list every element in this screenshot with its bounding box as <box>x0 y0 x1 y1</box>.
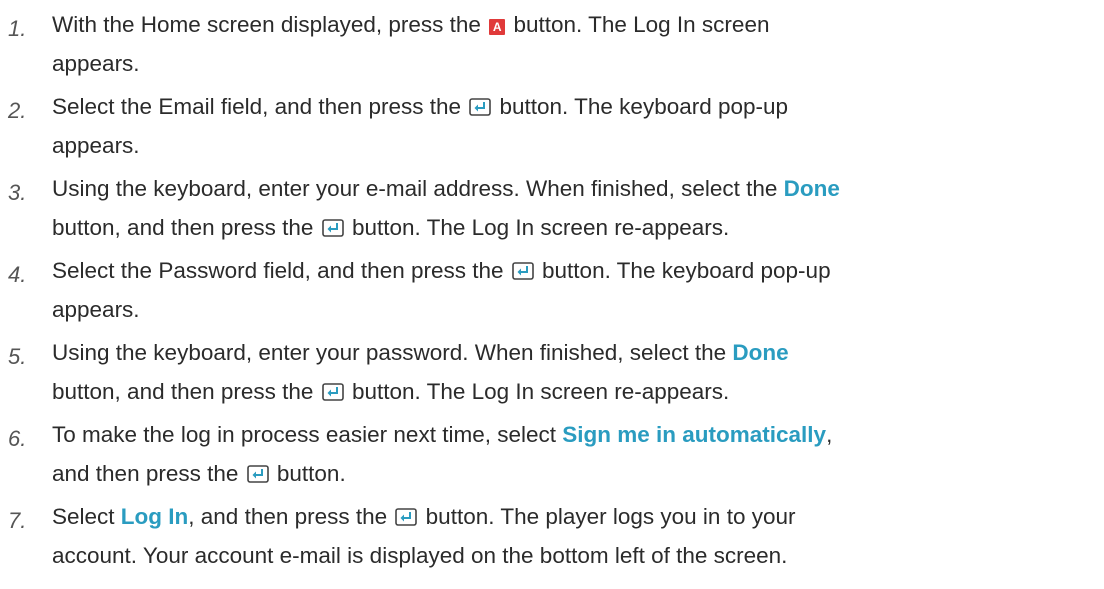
step-text-line: Select Log In, and then press the button… <box>52 500 795 534</box>
step-text-line: button, and then press the button. The L… <box>52 375 729 409</box>
step-3: 3. Using the keyboard, enter your e-mail … <box>0 172 1104 252</box>
step-text: button. The keyboard pop-up <box>535 258 831 283</box>
step-text: With the Home screen displayed, press th… <box>52 12 488 37</box>
step-7: 7. Select Log In, and then press the butt… <box>0 500 1104 580</box>
step-text-line: Select the Email field, and then press t… <box>52 90 788 124</box>
step-text: Using the keyboard, enter your password.… <box>52 340 733 365</box>
step-text-line: button, and then press the button. The L… <box>52 211 729 245</box>
step-text: button. The Log In screen re-appears. <box>345 379 730 404</box>
step-text-line: appears. <box>52 293 140 327</box>
step-text: appears. <box>52 51 140 76</box>
step-text: button, and then press the <box>52 379 320 404</box>
step-text: appears. <box>52 297 140 322</box>
step-text-line: appears. <box>52 47 140 81</box>
step-6: 6. To make the log in process easier next… <box>0 418 1104 498</box>
step-text-line: account. Your account e-mail is displaye… <box>52 539 787 573</box>
enter-icon <box>469 98 492 116</box>
step-text: Using the keyboard, enter your e-mail ad… <box>52 176 784 201</box>
step-text-line: Using the keyboard, enter your e-mail ad… <box>52 172 840 206</box>
step-text: , <box>826 422 833 447</box>
step-text-line: With the Home screen displayed, press th… <box>52 8 769 42</box>
step-text: Select the Password field, and then pres… <box>52 258 510 283</box>
step-text: Select the Email field, and then press t… <box>52 94 468 119</box>
step-4: 4. Select the Password field, and then pr… <box>0 254 1104 334</box>
enter-icon <box>321 383 344 401</box>
step-text: button, and then press the <box>52 215 320 240</box>
step-5: 5. Using the keyboard, enter your passwor… <box>0 336 1104 416</box>
step-number: 4. <box>8 262 27 287</box>
step-number: 3. <box>8 180 27 205</box>
ui-term-highlight: Log In <box>120 504 189 529</box>
ui-term-highlight: Sign me in automatically <box>562 422 827 447</box>
step-number: 5. <box>8 344 27 369</box>
step-text: account. Your account e-mail is displaye… <box>52 543 788 568</box>
step-text: Select <box>52 504 121 529</box>
step-text: button. The keyboard pop-up <box>493 94 789 119</box>
enter-icon <box>321 219 344 237</box>
step-text-line: Select the Password field, and then pres… <box>52 254 831 288</box>
ui-term-highlight: Done <box>783 176 840 201</box>
a-button-icon: A <box>489 19 506 35</box>
step-text-line: Using the keyboard, enter your password.… <box>52 336 789 370</box>
step-text: To make the log in process easier next t… <box>52 422 563 447</box>
step-text: appears. <box>52 133 140 158</box>
ui-term-highlight: Done <box>732 340 789 365</box>
step-number: 7. <box>8 508 27 533</box>
step-text: button. <box>270 461 346 486</box>
step-text: , and then press the <box>188 504 394 529</box>
step-text-line: and then press the button. <box>52 457 346 491</box>
step-number: 2. <box>8 98 27 123</box>
enter-icon <box>246 465 269 483</box>
step-text-line: appears. <box>52 129 140 163</box>
enter-icon <box>395 508 418 526</box>
step-text: and then press the <box>52 461 245 486</box>
step-number: 1. <box>8 16 27 41</box>
step-text: button. The Log In screen re-appears. <box>345 215 730 240</box>
enter-icon <box>511 262 534 280</box>
step-text: button. The player logs you in to your <box>419 504 796 529</box>
step-1: 1. With the Home screen displayed, press … <box>0 8 1104 88</box>
instruction-steps: 1. With the Home screen displayed, press … <box>0 0 1104 589</box>
step-2: 2. Select the Email field, and then press… <box>0 90 1104 170</box>
step-text-line: To make the log in process easier next t… <box>52 418 832 452</box>
step-text: button. The Log In screen <box>507 12 770 37</box>
step-number: 6. <box>8 426 27 451</box>
